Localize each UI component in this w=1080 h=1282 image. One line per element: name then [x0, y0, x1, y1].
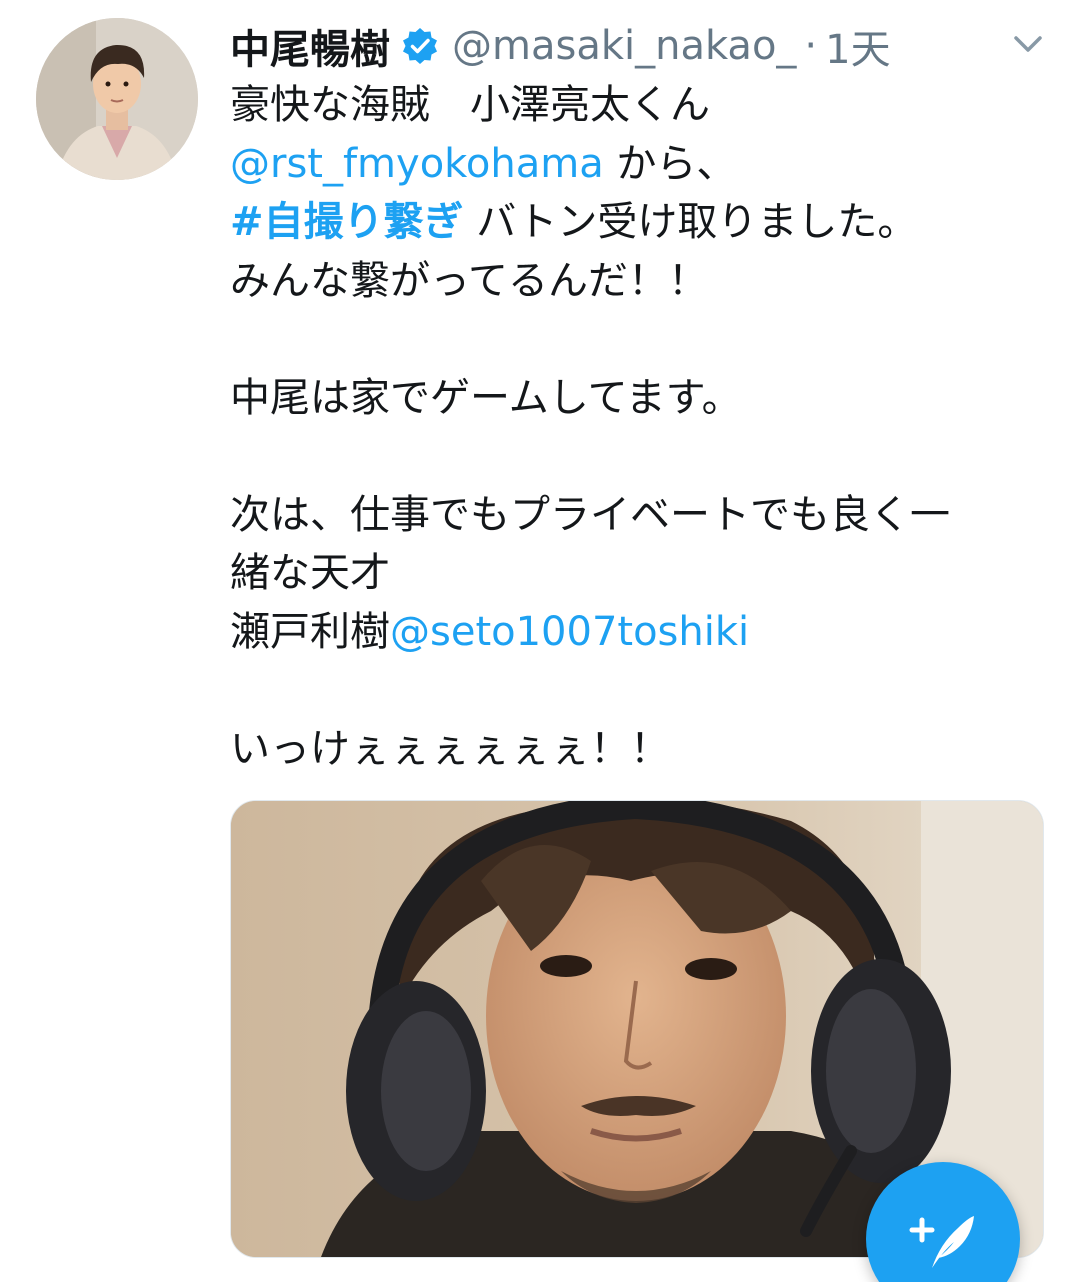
text-fragment: バトン受け取りました。 [463, 199, 918, 245]
user-handle[interactable]: @masaki_nakao_ [452, 23, 796, 69]
hashtag-link[interactable]: #自撮り繋ぎ [230, 199, 464, 245]
text-line: 中尾は家でゲームしてます。 [230, 374, 742, 421]
text-line: 豪快な海賊 小澤亮太くん [230, 82, 710, 128]
mention-link[interactable]: @seto1007toshiki [390, 609, 749, 655]
verified-badge-icon [400, 26, 440, 66]
text-line: みんな繋がってるんだ！！ [230, 257, 708, 304]
tweet[interactable]: 中尾暢樹 @masaki_nakao_ · 1天 豪快な海賊 小澤亮太くん @r… [0, 0, 1080, 1282]
text-line: 次は、仕事でもプライベートでも良く一 [230, 491, 950, 538]
timestamp[interactable]: 1天 [825, 17, 890, 75]
chevron-down-icon[interactable] [1010, 32, 1046, 56]
tweet-header: 中尾暢樹 @masaki_nakao_ · 1天 [230, 18, 891, 74]
display-name[interactable]: 中尾暢樹 [230, 17, 390, 75]
tweet-text: 豪快な海賊 小澤亮太くん @rst_fmyokohama から、 #自撮り繋ぎ … [230, 76, 1060, 778]
text-line: 瀬戸利樹@seto1007toshiki [230, 603, 1060, 662]
text-fragment: から、 [603, 140, 737, 187]
text-fragment: 瀬戸利樹 [230, 608, 390, 655]
compose-feather-icon [909, 1216, 974, 1268]
text-line: いっけぇぇぇぇぇぇ！！ [230, 725, 670, 772]
mention-link[interactable]: @rst_fmyokohama [230, 141, 604, 187]
avatar[interactable] [36, 18, 198, 180]
separator: · [804, 23, 818, 69]
text-line: @rst_fmyokohama から、 [230, 135, 1060, 194]
text-line: #自撮り繋ぎ バトン受け取りました。 [230, 193, 1060, 252]
text-line: 緒な天才 [230, 550, 390, 596]
